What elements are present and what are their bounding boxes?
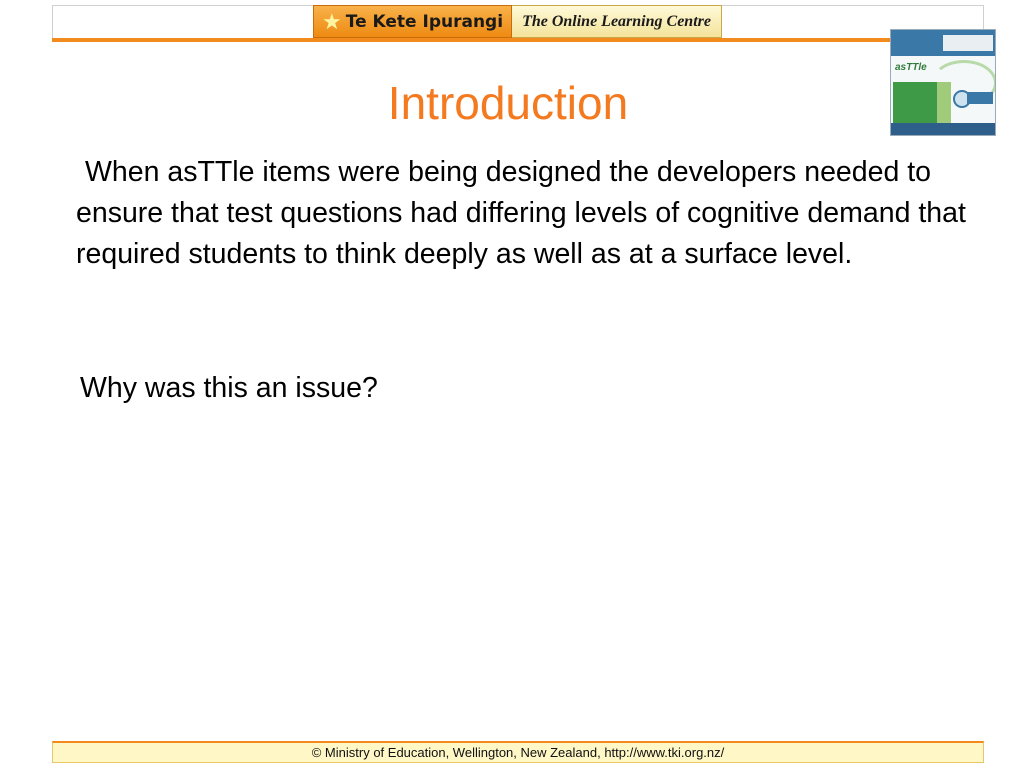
slide-title: Introduction xyxy=(387,77,629,129)
brand-left-text: Te Kete Ipurangi xyxy=(345,11,504,32)
star-icon: ★ xyxy=(322,8,342,34)
tki-logo: ★ Te Kete Ipurangi xyxy=(313,5,513,38)
footer-bar: © Ministry of Education, Wellington, New… xyxy=(52,741,984,763)
slide-question: Why was this an issue? xyxy=(80,372,378,404)
header-rule xyxy=(52,38,984,42)
brand-right-text: The Online Learning Centre xyxy=(522,12,711,30)
slide-paragraph: When asTTle items were being designed th… xyxy=(76,152,976,275)
tki-banner[interactable]: ★ Te Kete Ipurangi The Online Learning C… xyxy=(313,5,722,38)
paragraph-text: When asTTle items were being designed th… xyxy=(76,156,966,270)
asttle-logo: asTTle xyxy=(895,62,927,73)
thumbnail-header-panel xyxy=(943,35,993,51)
online-learning-centre: The Online Learning Centre xyxy=(512,5,722,38)
footer-copyright: © Ministry of Education, Wellington, New… xyxy=(311,745,725,760)
